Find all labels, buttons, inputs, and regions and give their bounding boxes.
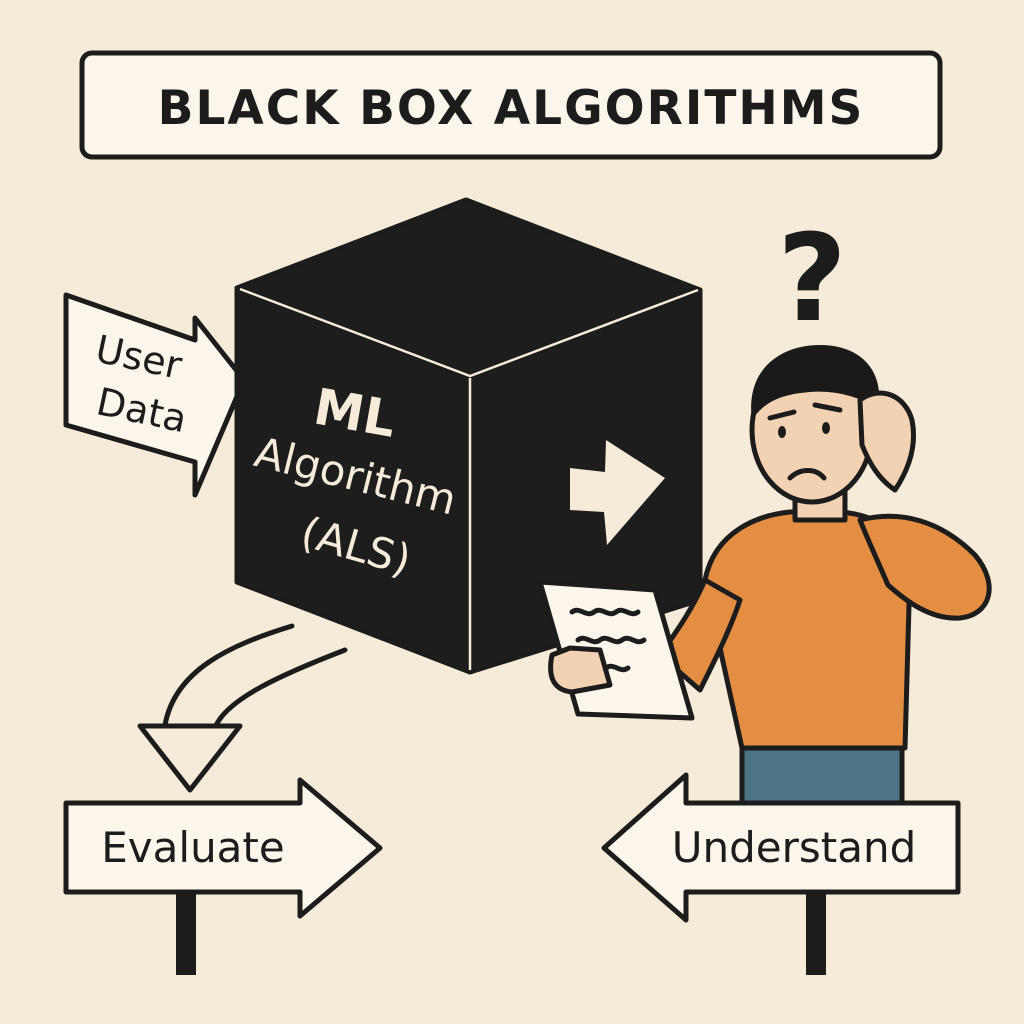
person-hand-on-head xyxy=(857,390,916,493)
person-right-eye xyxy=(822,422,830,434)
page-title: BLACK BOX ALGORITHMS xyxy=(158,81,865,136)
paper-line-2 xyxy=(575,635,647,645)
scene: BLACK BOX ALGORITHMS User Data ML Algori… xyxy=(63,50,992,975)
evaluate-sign-post xyxy=(176,885,196,975)
curved-arrows xyxy=(137,623,348,793)
curved-arrow-head xyxy=(137,723,243,793)
understand-sign-label: Understand xyxy=(672,823,917,872)
question-mark-icon: ? xyxy=(777,210,847,349)
person-hand-holding-paper xyxy=(548,645,613,695)
user-data-arrow: User Data xyxy=(63,292,247,498)
understand-sign-post xyxy=(806,885,826,975)
diagram-stage: BLACK BOX ALGORITHMS User Data ML Algori… xyxy=(0,0,1024,1024)
curved-arrow-inner xyxy=(212,647,348,731)
title-banner: BLACK BOX ALGORITHMS xyxy=(79,50,943,160)
evaluate-sign: Evaluate xyxy=(63,777,383,975)
understand-sign: Understand xyxy=(601,772,961,975)
confused-person xyxy=(657,345,992,808)
paper-line-1 xyxy=(569,607,641,617)
person-left-eye xyxy=(778,426,786,438)
evaluate-sign-label: Evaluate xyxy=(101,823,284,872)
